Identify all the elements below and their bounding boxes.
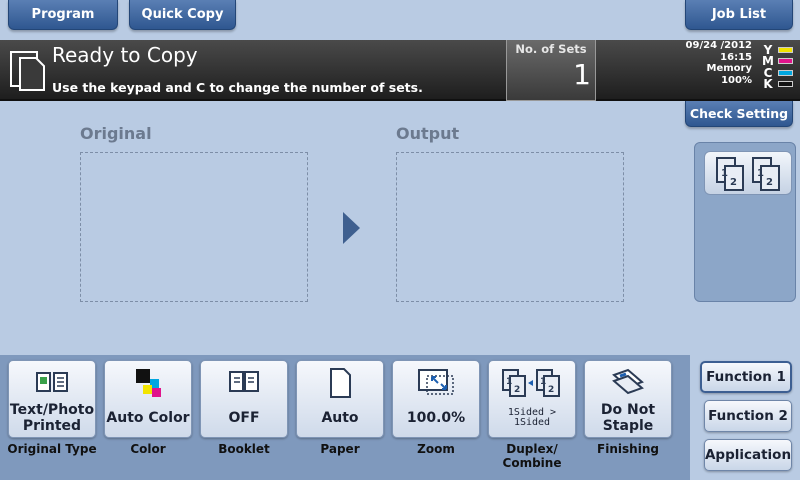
toner-row-k: K (758, 77, 798, 92)
tab-quick-copy[interactable]: Quick Copy (129, 0, 236, 30)
original-preview (80, 152, 308, 302)
memory-label: Memory (706, 63, 752, 74)
paper-value: Auto (321, 410, 359, 426)
booklet-button[interactable]: OFF (200, 360, 288, 438)
check-setting-button[interactable]: Check Setting (685, 101, 793, 127)
status-bar: Ready to Copy Use the keypad and C to ch… (0, 40, 800, 101)
finishing-value: Do Not Staple (600, 402, 656, 434)
time-text: 16:15 (720, 51, 752, 63)
toner-bar-cyan (778, 69, 793, 76)
status-message: Use the keypad and C to change the numbe… (52, 80, 423, 95)
color-button[interactable]: Auto Color (104, 360, 192, 438)
color-squares-icon (136, 369, 161, 397)
duplex-combine-value: 1Sided > 1Sided (507, 407, 557, 428)
function-2-button[interactable]: Function 2 (704, 400, 792, 432)
tab-program[interactable]: Program (8, 0, 118, 30)
date-text: 09/24 /2012 (685, 40, 752, 51)
datetime-memory: 09/24 /2012 16:15 Memory 100% (660, 40, 752, 86)
paper-button[interactable]: Auto (296, 360, 384, 438)
job-list-label: Job List (711, 7, 767, 22)
original-label: Original (80, 124, 152, 143)
original-type-value: Text/Photo Printed (9, 402, 95, 434)
finishing-caption: Finishing (597, 442, 659, 456)
zoom-icon (418, 369, 454, 395)
svg-text:2: 2 (548, 385, 554, 395)
svg-text:1: 1 (757, 168, 764, 179)
toner-levels: Y M C K (758, 43, 798, 92)
zoom-caption: Zoom (417, 442, 455, 456)
function-1-label: Function 1 (706, 369, 786, 385)
application-button[interactable]: Application (704, 439, 792, 471)
svg-text:2: 2 (766, 177, 773, 188)
output-preview (396, 152, 624, 302)
staple-icon (612, 368, 644, 395)
toner-bar-yellow (778, 46, 793, 53)
svg-text:1: 1 (540, 377, 546, 387)
arrow-right-icon (343, 212, 360, 244)
booklet-caption: Booklet (218, 442, 270, 456)
toner-bar-black (778, 81, 793, 88)
copy-document-icon (10, 51, 45, 91)
original-type-caption: Original Type (7, 442, 97, 456)
svg-text:1: 1 (506, 377, 512, 387)
sets-label: No. of Sets (515, 42, 587, 56)
book-icon (36, 372, 68, 392)
duplex-icon: 1 2 1 2 (716, 157, 780, 191)
booklet-icon (229, 371, 259, 392)
duplex-icon: 1 2 1 2 (502, 369, 560, 397)
output-label: Output (396, 124, 460, 143)
application-label: Application (704, 447, 792, 463)
toner-bar-magenta (778, 58, 793, 65)
number-of-sets-display[interactable]: No. of Sets 1 (506, 40, 596, 101)
tab-quick-copy-label: Quick Copy (141, 7, 224, 22)
svg-text:2: 2 (514, 385, 520, 395)
memory-value: 100% (721, 74, 752, 86)
toner-letter: K (763, 77, 773, 92)
paper-icon (330, 368, 351, 398)
function-1-button[interactable]: Function 1 (700, 361, 792, 393)
sets-value: 1 (573, 58, 591, 91)
zoom-value: 100.0% (406, 410, 466, 426)
paper-caption: Paper (320, 442, 360, 456)
zoom-button[interactable]: 100.0% (392, 360, 480, 438)
original-type-button[interactable]: Text/Photo Printed (8, 360, 96, 438)
function-2-label: Function 2 (708, 408, 788, 424)
check-setting-label: Check Setting (689, 106, 789, 121)
svg-text:1: 1 (721, 168, 728, 179)
color-caption: Color (130, 442, 166, 456)
finishing-button[interactable]: Do Not Staple (584, 360, 672, 438)
svg-text:2: 2 (730, 177, 737, 188)
duplex-combine-caption: Duplex/ Combine (502, 442, 562, 470)
job-list-button[interactable]: Job List (685, 0, 793, 30)
duplex-combine-button[interactable]: 1 2 1 2 1Sided > 1Sided (488, 360, 576, 438)
booklet-value: OFF (228, 410, 260, 426)
tab-program-label: Program (31, 7, 95, 22)
color-value: Auto Color (106, 410, 190, 426)
duplex-shortcut-button[interactable]: 1 2 1 2 (704, 151, 792, 195)
status-title: Ready to Copy (52, 43, 198, 67)
